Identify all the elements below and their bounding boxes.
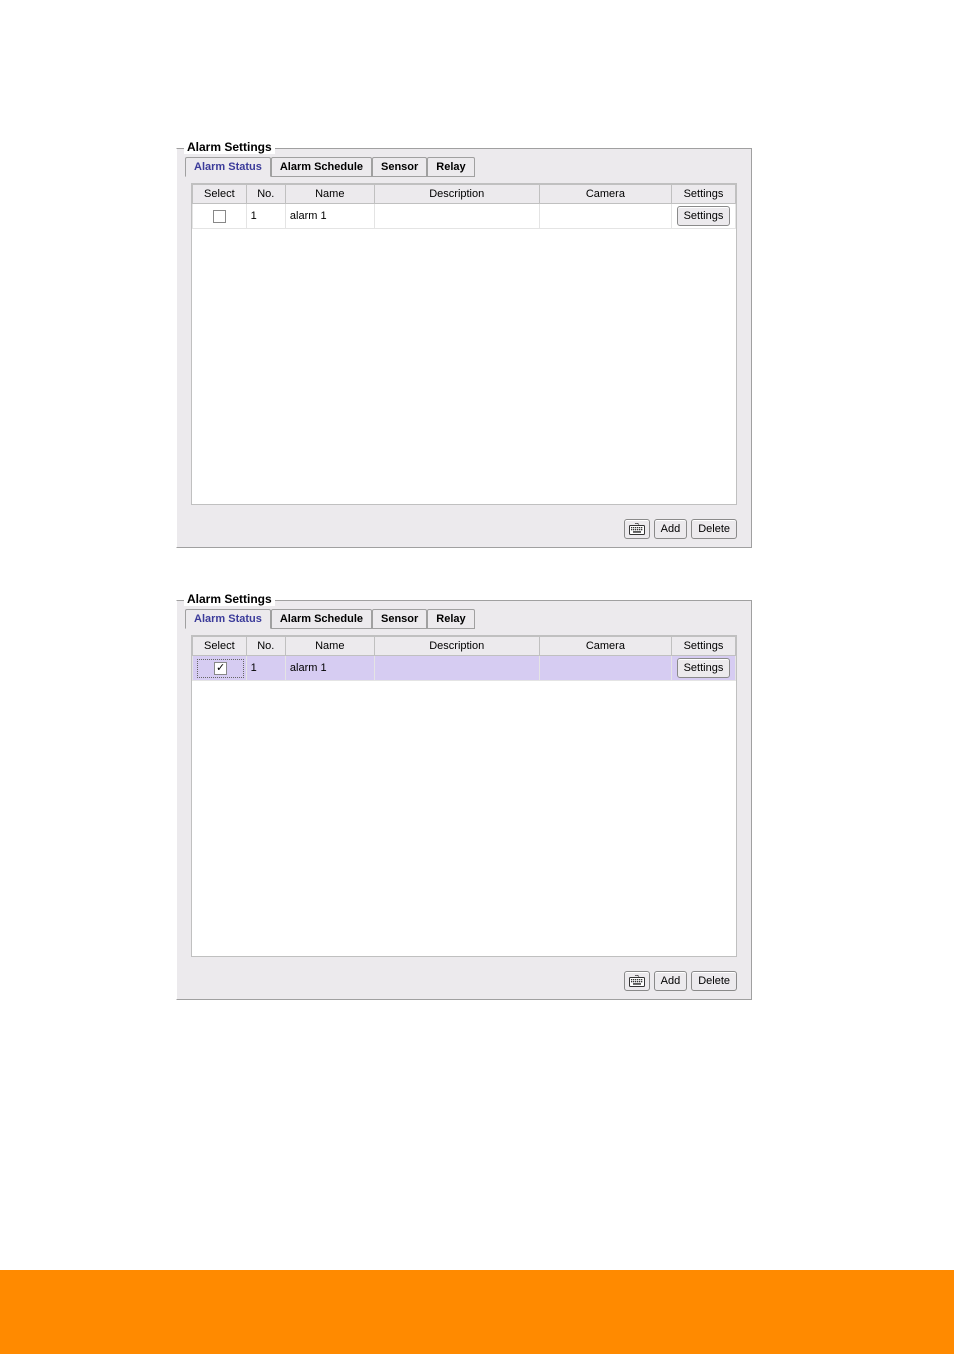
cell-camera bbox=[539, 656, 671, 681]
alarm-settings-panel: Alarm Settings Alarm Status Alarm Schedu… bbox=[176, 600, 752, 1000]
tab-relay[interactable]: Relay bbox=[427, 157, 474, 177]
cell-camera bbox=[539, 204, 671, 229]
col-header-select[interactable]: Select bbox=[193, 637, 247, 656]
tab-alarm-schedule[interactable]: Alarm Schedule bbox=[271, 609, 372, 629]
row-select-checkbox[interactable] bbox=[213, 210, 226, 223]
footer-actions: Add Delete bbox=[624, 519, 737, 539]
tab-strip: Alarm Status Alarm Schedule Sensor Relay bbox=[185, 609, 743, 629]
tab-relay[interactable]: Relay bbox=[427, 609, 474, 629]
delete-button[interactable]: Delete bbox=[691, 519, 737, 539]
tab-strip: Alarm Status Alarm Schedule Sensor Relay bbox=[185, 157, 743, 177]
footer-actions: Add Delete bbox=[624, 971, 737, 991]
row-settings-button[interactable]: Settings bbox=[677, 658, 731, 678]
delete-button[interactable]: Delete bbox=[691, 971, 737, 991]
cell-name: alarm 1 bbox=[285, 656, 374, 681]
tab-alarm-schedule[interactable]: Alarm Schedule bbox=[271, 157, 372, 177]
cell-description bbox=[374, 656, 539, 681]
table-header-row: Select No. Name Description Camera Setti… bbox=[193, 185, 736, 204]
col-header-camera[interactable]: Camera bbox=[539, 185, 671, 204]
alarm-settings-panel: Alarm Settings Alarm Status Alarm Schedu… bbox=[176, 148, 752, 548]
table-row[interactable]: 1 alarm 1 Settings bbox=[193, 204, 736, 229]
col-header-description[interactable]: Description bbox=[374, 185, 539, 204]
alarm-table: Select No. Name Description Camera Setti… bbox=[191, 183, 737, 505]
panel-title: Alarm Settings bbox=[184, 592, 275, 606]
page-footer-bar bbox=[0, 1270, 954, 1354]
cell-no: 1 bbox=[246, 204, 285, 229]
col-header-description[interactable]: Description bbox=[374, 637, 539, 656]
table-row[interactable]: 1 alarm 1 Settings bbox=[193, 656, 736, 681]
row-settings-button[interactable]: Settings bbox=[677, 206, 731, 226]
tab-alarm-status[interactable]: Alarm Status bbox=[185, 157, 271, 177]
col-header-no[interactable]: No. bbox=[246, 185, 285, 204]
cell-name: alarm 1 bbox=[285, 204, 374, 229]
add-button[interactable]: Add bbox=[654, 971, 688, 991]
col-header-name[interactable]: Name bbox=[285, 185, 374, 204]
alarm-table: Select No. Name Description Camera Setti… bbox=[191, 635, 737, 957]
keyboard-button[interactable] bbox=[624, 519, 650, 539]
col-header-no[interactable]: No. bbox=[246, 637, 285, 656]
keyboard-icon bbox=[629, 975, 645, 987]
tab-sensor[interactable]: Sensor bbox=[372, 157, 427, 177]
table-header-row: Select No. Name Description Camera Setti… bbox=[193, 637, 736, 656]
col-header-camera[interactable]: Camera bbox=[539, 637, 671, 656]
cell-no: 1 bbox=[246, 656, 285, 681]
panel-title: Alarm Settings bbox=[184, 140, 275, 154]
col-header-name[interactable]: Name bbox=[285, 637, 374, 656]
col-header-settings[interactable]: Settings bbox=[671, 185, 735, 204]
cell-description bbox=[374, 204, 539, 229]
keyboard-button[interactable] bbox=[624, 971, 650, 991]
tab-sensor[interactable]: Sensor bbox=[372, 609, 427, 629]
add-button[interactable]: Add bbox=[654, 519, 688, 539]
col-header-settings[interactable]: Settings bbox=[671, 637, 735, 656]
keyboard-icon bbox=[629, 523, 645, 535]
col-header-select[interactable]: Select bbox=[193, 185, 247, 204]
tab-alarm-status[interactable]: Alarm Status bbox=[185, 609, 271, 629]
row-select-checkbox[interactable] bbox=[214, 662, 227, 675]
